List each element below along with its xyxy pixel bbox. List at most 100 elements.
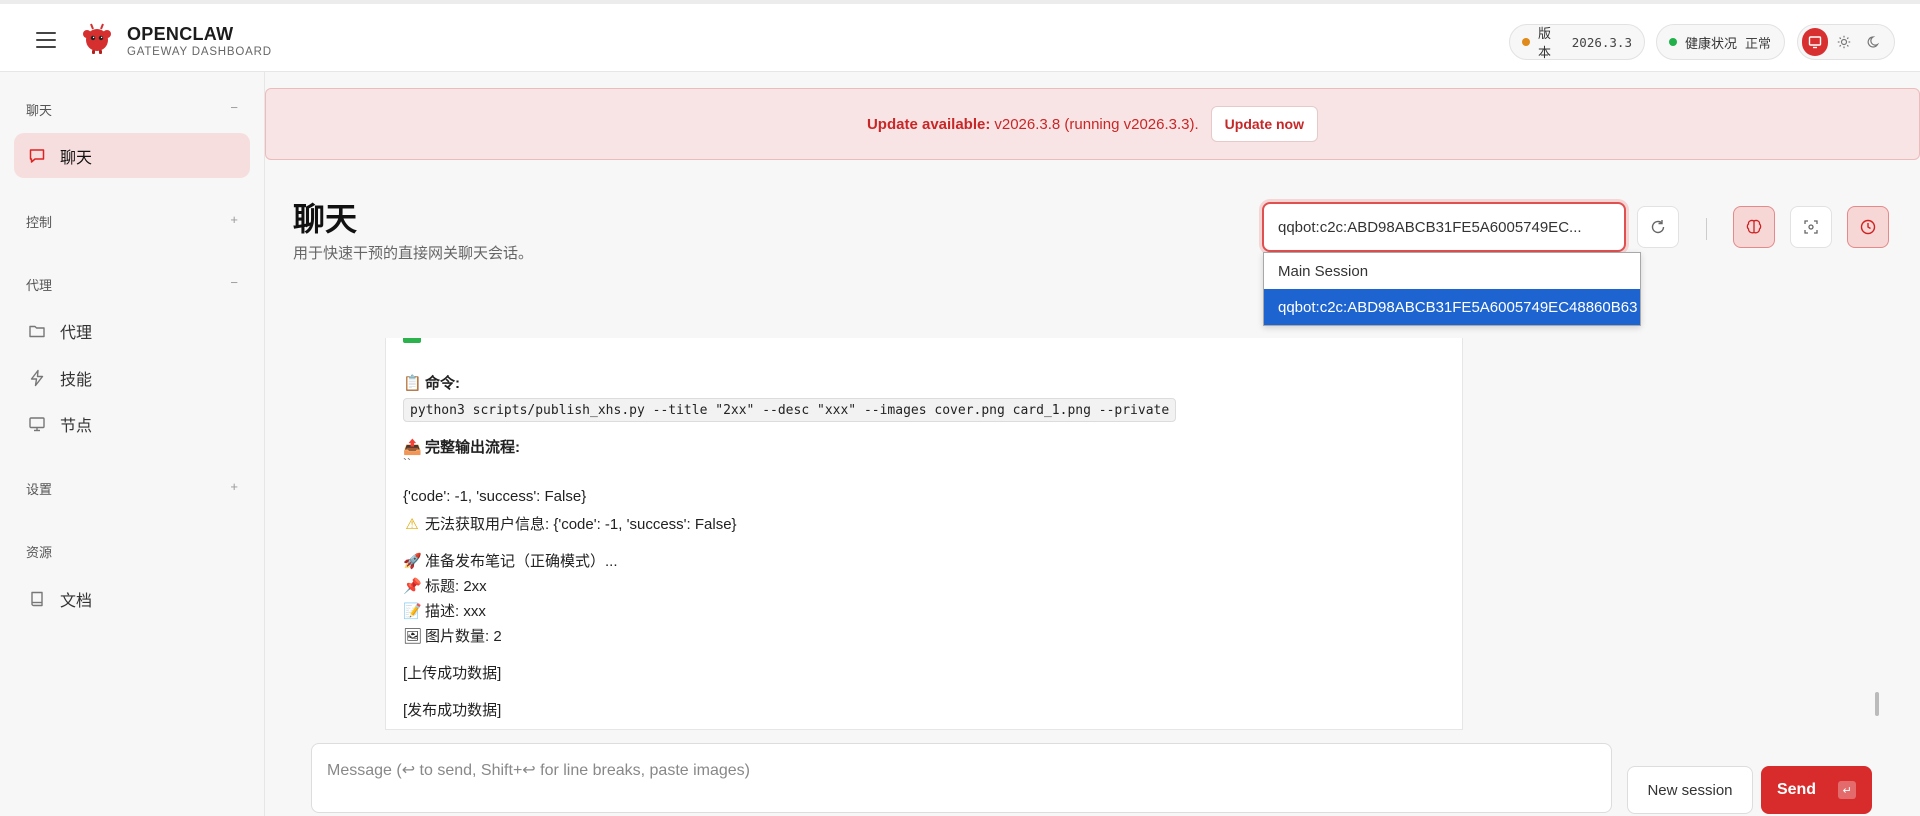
sidebar: 聊天 − 聊天 控制 + 代理 − 代理 技能 节点 设置 + 资源 文档 (0, 72, 265, 816)
version-status-dot (1522, 38, 1530, 46)
refresh-button[interactable] (1637, 206, 1679, 248)
sidebar-item-agents[interactable]: 代理 (14, 308, 250, 353)
session-option-qqbot[interactable]: qqbot:c2c:ABD98ABCB31FE5A6005749EC48860B… (1264, 289, 1640, 325)
message-cmd-label: 命令: (425, 375, 460, 392)
section-expand-toggle[interactable]: + (230, 479, 238, 498)
app-root: OPENCLAW GATEWAY DASHBOARD 版本 2026.3.3 健… (0, 0, 1920, 816)
message-line-2-wrap: ⚠ 无法获取用户信息: {'code': -1, 'success': False… (403, 513, 737, 534)
enter-key-icon: ↵ (1838, 781, 1857, 799)
message-cmd-line: 📋 命令: (403, 372, 460, 393)
section-collapse-toggle[interactable]: − (230, 100, 238, 119)
monitor-icon (1808, 36, 1822, 49)
sidebar-item-nodes[interactable]: 节点 (14, 401, 250, 446)
check-emoji-icon (403, 338, 421, 343)
brand-title: OPENCLAW (127, 24, 234, 44)
monitor-icon (29, 416, 45, 431)
message-line-4: 标题: 2xx (425, 578, 487, 595)
sidebar-item-docs[interactable]: 文档 (14, 576, 250, 621)
update-banner: Update available: v2026.3.8 (running v20… (265, 88, 1920, 160)
send-button-label: Send (1776, 781, 1817, 798)
book-icon (31, 591, 43, 606)
message-line-4-wrap: 📌 标题: 2xx (403, 575, 487, 596)
toolbar-divider (1706, 218, 1707, 240)
sidebar-section-resources: 资源 (26, 542, 238, 561)
message-line-1: {'code': -1, 'success': False} (403, 488, 587, 505)
section-collapse-toggle[interactable]: − (230, 275, 238, 294)
message-line-3-wrap: 🚀 准备发布笔记（正确模式）... (403, 550, 618, 571)
thinking-toggle-button[interactable] (1733, 206, 1775, 248)
sidebar-item-label: 代理 (60, 324, 93, 342)
sidebar-section-control[interactable]: 控制 + (26, 212, 238, 231)
sidebar-item-label: 聊天 (60, 149, 93, 167)
sun-icon (1838, 35, 1851, 49)
picture-icon: 🖼 (403, 627, 423, 645)
moon-icon (1867, 36, 1879, 48)
sidebar-item-label: 文档 (60, 592, 93, 610)
theme-switcher (1797, 24, 1895, 60)
theme-dark-button[interactable] (1861, 28, 1887, 56)
history-toggle-button[interactable] (1847, 206, 1889, 248)
top-bar: OPENCLAW GATEWAY DASHBOARD 版本 2026.3.3 健… (0, 0, 1920, 72)
session-option-main[interactable]: Main Session (1264, 253, 1640, 289)
folder-icon (29, 325, 45, 337)
section-title: 资源 (26, 545, 53, 560)
focus-mode-button[interactable] (1790, 206, 1832, 248)
sidebar-item-label: 技能 (60, 371, 93, 389)
section-expand-toggle[interactable]: + (230, 212, 238, 231)
outbox-icon: 📤 (403, 438, 422, 456)
session-select[interactable]: qqbot:c2c:ABD98ABCB31FE5A6005749EC... (1262, 202, 1626, 252)
refresh-icon (1651, 220, 1665, 234)
menu-toggle-icon[interactable] (36, 32, 56, 48)
version-badge: 版本 2026.3.3 (1509, 24, 1645, 60)
health-status-dot (1669, 38, 1677, 46)
health-label: 健康状况 (1685, 35, 1738, 51)
page-subtitle: 用于快速干预的直接网关聊天会话。 (293, 245, 534, 262)
clipboard-icon: 📋 (403, 374, 422, 392)
theme-system-button[interactable] (1802, 28, 1829, 56)
message-line-2: 无法获取用户信息: {'code': -1, 'success': False} (425, 516, 737, 533)
sidebar-section-chat[interactable]: 聊天 − (26, 100, 238, 119)
message-line-6-wrap: 🖼 图片数量: 2 (403, 625, 502, 646)
sidebar-item-skills[interactable]: 技能 (14, 355, 250, 400)
theme-light-button[interactable] (1831, 28, 1857, 56)
memo-icon: 📝 (403, 602, 422, 620)
chat-icon (29, 148, 45, 163)
session-dropdown: Main Session qqbot:c2c:ABD98ABCB31FE5A60… (1263, 252, 1641, 326)
bolt-icon (30, 369, 44, 386)
page-title: 聊天 (293, 201, 358, 237)
sidebar-item-chat[interactable]: 聊天 (14, 133, 250, 178)
chat-message-card: 📋 命令: python3 scripts/publish_xhs.py --ti… (385, 338, 1463, 730)
new-session-button[interactable]: New session (1627, 766, 1753, 814)
health-value: 正常 (1745, 35, 1772, 51)
sidebar-item-label: 节点 (60, 417, 93, 435)
version-label: 版本 (1537, 26, 1551, 60)
brand-subtitle: GATEWAY DASHBOARD (127, 46, 272, 58)
message-code-inline: python3 scripts/publish_xhs.py --title "… (403, 398, 1177, 422)
section-title: 聊天 (26, 103, 53, 118)
rocket-icon: 🚀 (403, 552, 422, 570)
message-line-5: 描述: xxx (425, 603, 486, 620)
warning-icon: ⚠ (405, 515, 419, 533)
section-title: 控制 (26, 215, 53, 230)
health-badge: 健康状况 正常 (1656, 24, 1785, 60)
message-flow-line: 📤 完整输出流程: (403, 436, 520, 457)
message-line-3: 准备发布笔记（正确模式）... (425, 553, 618, 570)
message-line-6: 图片数量: 2 (425, 628, 502, 645)
openclaw-logo-icon (83, 23, 111, 54)
message-heading-partial (403, 338, 425, 347)
brain-icon (1746, 219, 1762, 234)
message-line-8: [发布成功数据] (403, 702, 502, 719)
section-title: 代理 (26, 278, 53, 293)
message-flow-label: 完整输出流程: (425, 439, 520, 456)
update-now-button[interactable]: Update now (1210, 106, 1319, 142)
message-backticks: `` (403, 456, 411, 470)
chat-scrollbar-thumb[interactable] (1875, 692, 1879, 716)
section-title: 设置 (26, 482, 53, 497)
sidebar-section-settings[interactable]: 设置 + (26, 479, 238, 498)
message-input[interactable]: Message (↩ to send, Shift+↩ for line bre… (311, 743, 1612, 813)
update-banner-prefix: Update available: (866, 115, 991, 133)
send-button[interactable]: Send ↵ (1761, 766, 1872, 814)
update-banner-text: v2026.3.8 (running v2026.3.3). (994, 115, 1199, 133)
sidebar-section-agent[interactable]: 代理 − (26, 275, 238, 294)
pushpin-icon: 📌 (403, 577, 422, 595)
